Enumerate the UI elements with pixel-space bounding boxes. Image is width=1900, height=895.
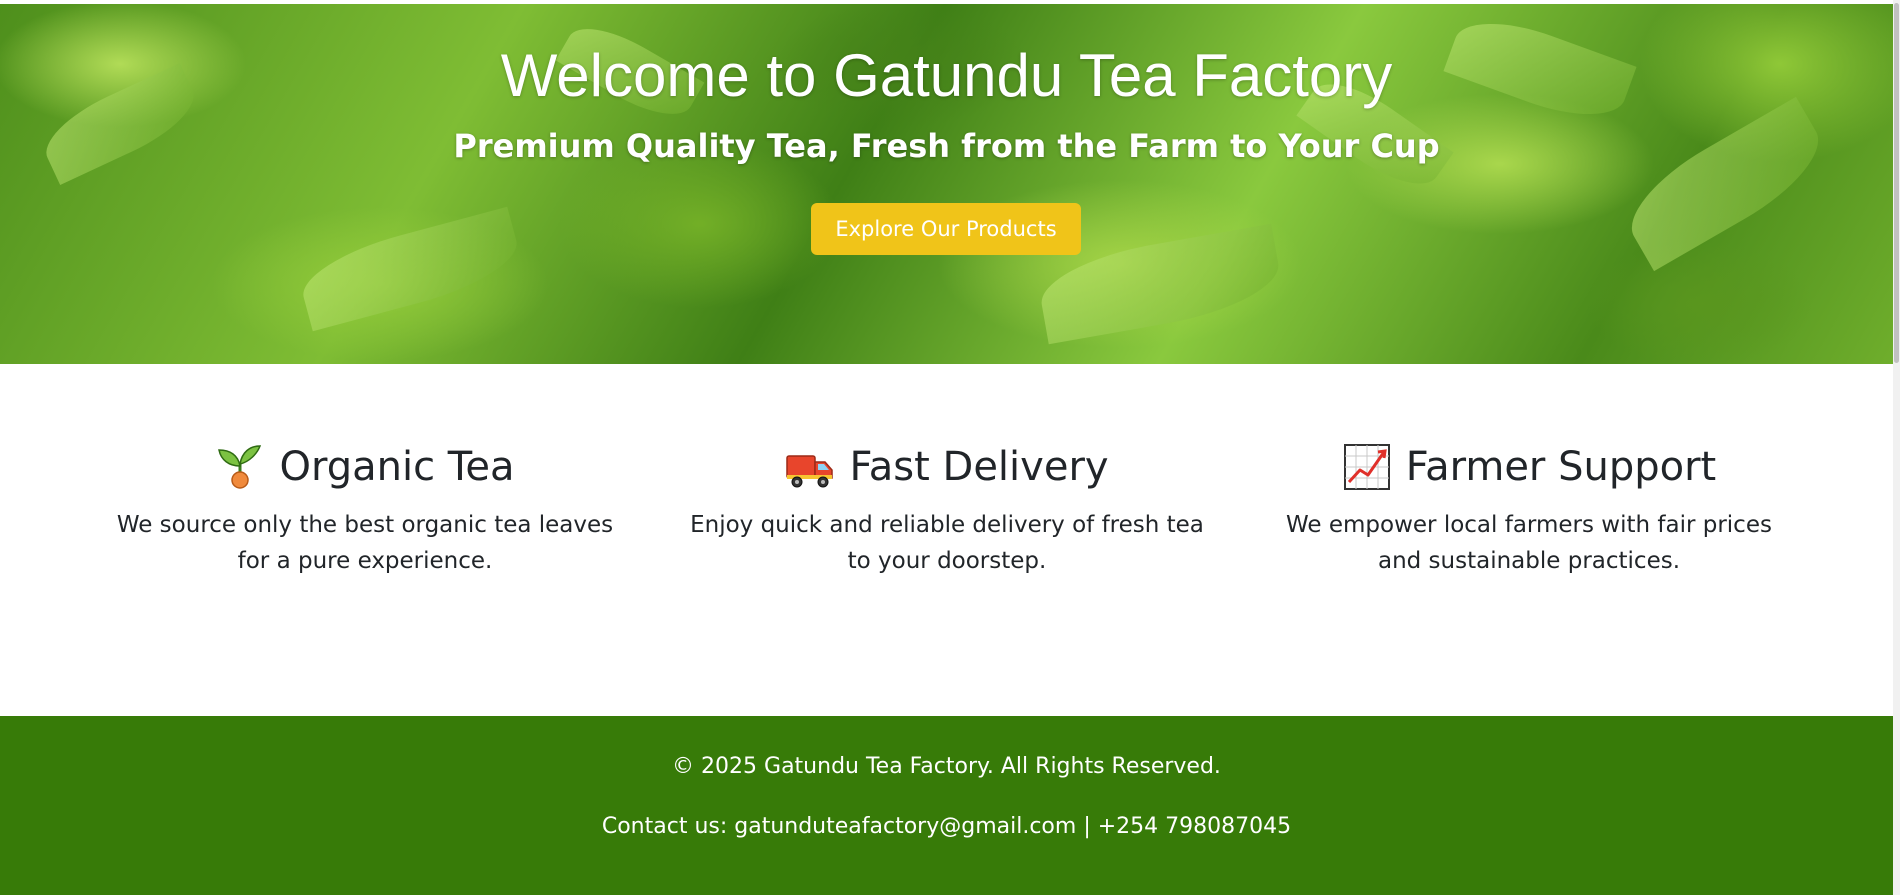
tea-leaf-decoration <box>294 206 526 332</box>
feature-fast-delivery: Fast Delivery Enjoy quick and reliable d… <box>687 439 1207 579</box>
feature-heading: Farmer Support <box>1269 439 1789 495</box>
feature-heading: Organic Tea <box>105 439 625 495</box>
feature-heading: Fast Delivery <box>687 439 1207 495</box>
scrollbar-thumb[interactable] <box>1894 3 1899 363</box>
feature-farmer-support: Farmer Support We empower local farmers … <box>1269 439 1789 579</box>
feature-description: We source only the best organic tea leav… <box>116 512 614 574</box>
features-section: Organic Tea We source only the best orga… <box>0 364 1893 716</box>
feature-title: Organic Tea <box>279 444 515 490</box>
page: Welcome to Gatundu Tea Factory Premium Q… <box>0 0 1893 895</box>
hero-title: Welcome to Gatundu Tea Factory <box>500 42 1393 109</box>
feature-description: Enjoy quick and reliable delivery of fre… <box>690 512 1204 574</box>
delivery-truck-icon <box>785 442 835 492</box>
vertical-scrollbar[interactable] <box>1893 0 1900 895</box>
hero-banner: Welcome to Gatundu Tea Factory Premium Q… <box>0 4 1893 364</box>
seedling-icon <box>215 442 265 492</box>
explore-products-button[interactable]: Explore Our Products <box>811 203 1081 255</box>
feature-title: Farmer Support <box>1405 444 1717 490</box>
site-footer: © 2025 Gatundu Tea Factory. All Rights R… <box>0 716 1893 895</box>
footer-contact: Contact us: gatunduteafactory@gmail.com … <box>601 814 1292 839</box>
tea-leaf-decoration <box>1614 96 1836 272</box>
footer-copyright: © 2025 Gatundu Tea Factory. All Rights R… <box>672 754 1221 779</box>
feature-title: Fast Delivery <box>849 444 1109 490</box>
chart-increasing-icon <box>1342 442 1392 492</box>
feature-organic-tea: Organic Tea We source only the best orga… <box>105 439 625 579</box>
feature-description: We empower local farmers with fair price… <box>1286 512 1772 574</box>
hero-subtitle: Premium Quality Tea, Fresh from the Farm… <box>453 127 1440 165</box>
